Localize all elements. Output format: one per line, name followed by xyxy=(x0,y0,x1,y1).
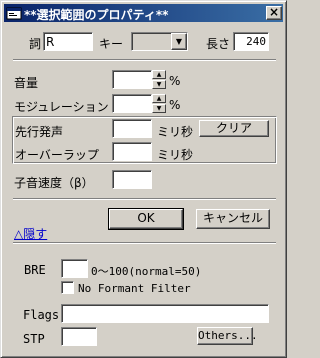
lyric-label: 詞 xyxy=(29,37,42,51)
length-input[interactable]: 240 xyxy=(233,32,269,51)
volume-spinner[interactable]: ▲ ▼ xyxy=(152,70,166,89)
close-button[interactable]: × xyxy=(266,6,282,20)
volume-input[interactable] xyxy=(112,70,152,89)
separator xyxy=(13,242,276,244)
key-dropdown-arrow[interactable]: ▼ xyxy=(171,33,187,50)
consonant-velocity-input[interactable] xyxy=(112,170,152,189)
close-icon: × xyxy=(268,5,280,19)
chevron-down-icon: ▼ xyxy=(175,37,183,46)
preutterance-unit: ミリ秒 xyxy=(157,125,194,139)
cancel-button[interactable]: キャンセル xyxy=(196,209,270,229)
separator xyxy=(13,198,276,200)
modulation-input[interactable] xyxy=(112,94,152,113)
properties-dialog: **選択範囲のプロパティ** × 詞 R キー ▼ 長さ 240 音量 ▲ ▼ … xyxy=(0,0,287,358)
lyric-input[interactable]: R xyxy=(43,32,93,51)
flags-input[interactable] xyxy=(61,304,269,323)
ok-button[interactable]: OK xyxy=(108,208,184,230)
modulation-unit: % xyxy=(169,98,181,112)
window-title: **選択範囲のプロパティ** xyxy=(24,8,169,22)
stp-input[interactable] xyxy=(61,327,97,346)
app-icon xyxy=(6,7,22,20)
modulation-label: モジュレーション xyxy=(14,100,109,114)
no-formant-filter-label: No Formant Filter xyxy=(78,282,191,295)
consonant-velocity-label: 子音速度（β） xyxy=(14,176,94,190)
spin-down-icon[interactable]: ▼ xyxy=(152,104,166,113)
separator xyxy=(13,59,276,61)
bre-label: BRE xyxy=(24,263,46,277)
clear-button[interactable]: クリア xyxy=(199,120,269,137)
flags-label: Flags xyxy=(23,308,60,322)
title-bar[interactable]: **選択範囲のプロパティ** × xyxy=(4,4,283,22)
overlap-unit: ミリ秒 xyxy=(157,148,194,162)
overlap-input[interactable] xyxy=(112,142,152,161)
bre-hint: 0～100(normal=50) xyxy=(91,265,202,278)
length-label: 長さ xyxy=(206,37,231,51)
volume-unit: % xyxy=(169,74,181,88)
hide-link[interactable]: △隠す xyxy=(14,225,47,242)
key-label: キー xyxy=(99,37,124,51)
spin-up-icon[interactable]: ▲ xyxy=(152,94,166,103)
bre-input[interactable] xyxy=(61,259,88,278)
spin-down-icon[interactable]: ▼ xyxy=(152,80,166,89)
overlap-label: オーバーラップ xyxy=(15,148,99,162)
preutterance-input[interactable] xyxy=(112,119,152,138)
preutterance-label: 先行発声 xyxy=(15,125,64,139)
spin-up-icon[interactable]: ▲ xyxy=(152,70,166,79)
no-formant-filter-checkbox[interactable] xyxy=(61,281,74,294)
others-button[interactable]: Others... xyxy=(197,327,258,345)
modulation-spinner[interactable]: ▲ ▼ xyxy=(152,94,166,113)
stp-label: STP xyxy=(23,332,45,346)
volume-label: 音量 xyxy=(14,76,39,90)
